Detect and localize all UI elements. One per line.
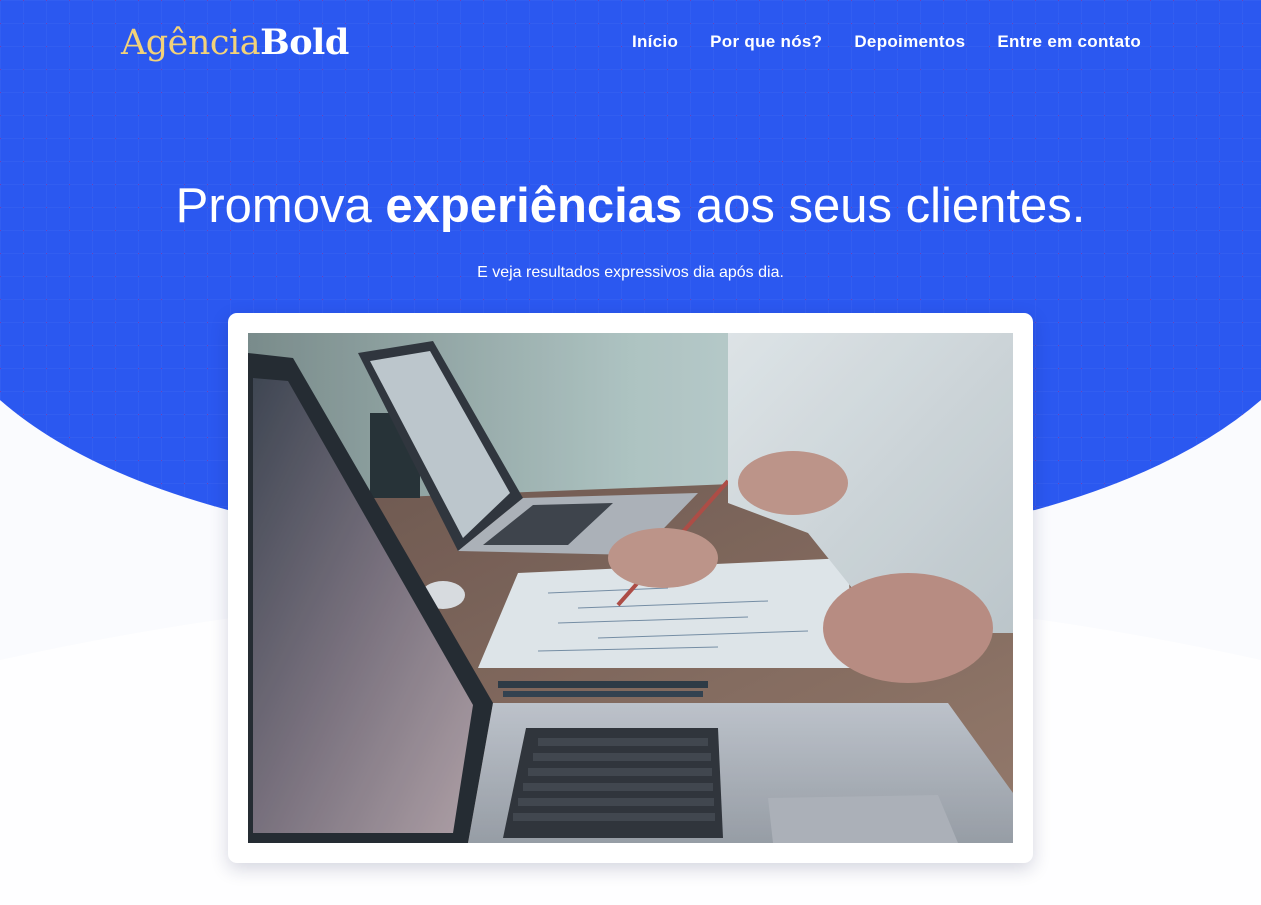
top-navbar: AgênciaBold Início Por que nós? Depoimen… <box>0 0 1261 86</box>
brand-logo[interactable]: AgênciaBold <box>121 22 349 64</box>
nav-link-depoimentos[interactable]: Depoimentos <box>854 32 965 52</box>
hero-headline: Promova experiências aos seus clientes. <box>0 176 1261 236</box>
main-nav: Início Por que nós? Depoimentos Entre em… <box>632 32 1141 52</box>
headline-pre: Promova <box>175 179 386 233</box>
hero-image-card <box>228 313 1033 863</box>
headline-post: aos seus clientes. <box>682 179 1086 233</box>
logo-light-text: Agência <box>121 23 261 63</box>
office-meeting-photo <box>248 333 1013 843</box>
nav-link-contato[interactable]: Entre em contato <box>997 32 1141 52</box>
nav-link-inicio[interactable]: Início <box>632 32 678 52</box>
hero-subheadline: E veja resultados expressivos dia após d… <box>477 264 784 281</box>
logo-bold-text: Bold <box>260 22 349 63</box>
nav-link-por-que-nos[interactable]: Por que nós? <box>710 32 822 52</box>
headline-bold: experiências <box>385 179 683 233</box>
